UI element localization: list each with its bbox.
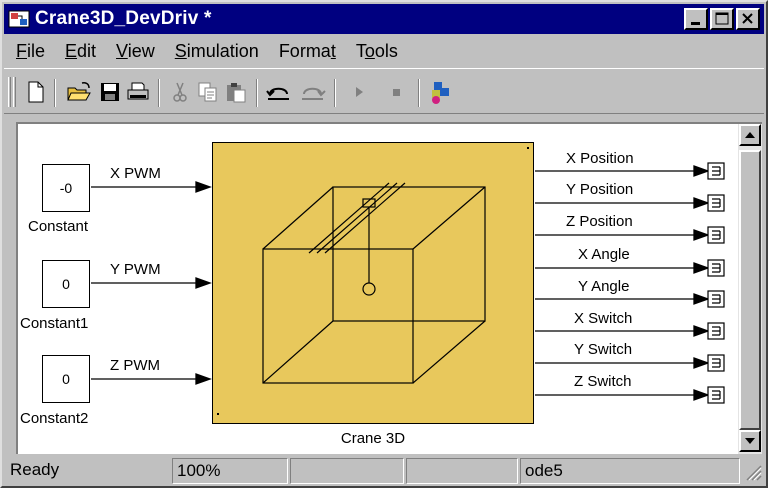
- constant-block-label: Constant: [28, 218, 89, 235]
- paste-button[interactable]: [224, 79, 248, 105]
- scissors-icon: [173, 82, 187, 102]
- toolbar-separator: [334, 79, 336, 107]
- application-window: Crane3D_DevDriv * File Edit View Simulat…: [0, 0, 768, 488]
- menu-file[interactable]: File: [16, 41, 45, 62]
- arrow-up-icon: [745, 132, 755, 138]
- crane-3d-label: Crane 3D: [340, 430, 406, 447]
- undo-icon: [266, 87, 289, 100]
- open-button[interactable]: [64, 79, 94, 105]
- library-browser-button[interactable]: [426, 79, 456, 105]
- constant2-block[interactable]: 0: [42, 355, 90, 403]
- menu-bar: File Edit View Simulation Format Tools: [4, 36, 764, 66]
- copy-icon: [198, 82, 217, 102]
- arrow-down-icon: [745, 438, 755, 444]
- start-simulation-button[interactable]: [344, 79, 374, 105]
- printer-icon: [127, 82, 149, 100]
- status-bar: Ready 100% ode5: [4, 456, 764, 486]
- toolbar: [4, 68, 764, 114]
- cut-button[interactable]: [168, 79, 192, 105]
- crane-3d-subsystem-block[interactable]: [212, 142, 534, 424]
- menu-view[interactable]: View: [116, 41, 155, 62]
- new-document-icon: [28, 81, 44, 103]
- constant-value: -0: [59, 180, 73, 196]
- signal-label-y-pwm: Y PWM: [110, 261, 161, 278]
- window-title: Crane3D_DevDriv *: [35, 8, 212, 29]
- minimize-icon: [691, 22, 700, 25]
- scroll-down-button[interactable]: [739, 430, 761, 452]
- menu-format[interactable]: Format: [279, 41, 336, 62]
- output-label-z-position: Z Position: [566, 213, 633, 230]
- constant2-block-label: Constant2: [20, 410, 89, 427]
- redo-button[interactable]: [298, 79, 328, 105]
- toolbar-separator: [256, 79, 258, 107]
- signal-label-x-pwm: X PWM: [110, 165, 161, 182]
- toolbar-separator: [54, 79, 56, 107]
- close-icon: [742, 13, 753, 24]
- solver-name: ode5: [520, 458, 740, 484]
- status-text: Ready: [10, 460, 60, 479]
- constant2-value: 0: [62, 371, 70, 387]
- library-browser-icon: [432, 82, 449, 104]
- window-controls: [682, 8, 760, 30]
- minimize-button[interactable]: [684, 8, 708, 30]
- undo-button[interactable]: [264, 79, 294, 105]
- toolbar-grip[interactable]: [13, 77, 16, 107]
- status-field-empty: [290, 458, 404, 484]
- constant-block[interactable]: -0: [42, 164, 90, 212]
- close-button[interactable]: [736, 8, 760, 30]
- save-disk-icon: [101, 83, 119, 101]
- vertical-scrollbar[interactable]: [738, 122, 762, 454]
- resize-grip-icon[interactable]: [744, 462, 762, 482]
- crane-cube-icon: [217, 147, 529, 415]
- stop-icon: [393, 89, 400, 96]
- status-field-empty-2: [406, 458, 518, 484]
- output-label-x-angle: X Angle: [578, 246, 630, 263]
- output-label-y-switch: Y Switch: [574, 341, 633, 358]
- save-button[interactable]: [98, 79, 122, 105]
- constant1-block-label: Constant1: [20, 315, 89, 332]
- stop-simulation-button[interactable]: [382, 79, 412, 105]
- output-label-z-switch: Z Switch: [574, 373, 632, 390]
- output-label-y-angle: Y Angle: [578, 278, 630, 295]
- toolbar-grip[interactable]: [8, 77, 11, 107]
- zoom-level: 100%: [172, 458, 288, 484]
- menu-tools[interactable]: Tools: [356, 41, 398, 62]
- redo-icon: [302, 87, 326, 100]
- menu-edit[interactable]: Edit: [65, 41, 96, 62]
- output-label-x-switch: X Switch: [574, 310, 633, 327]
- maximize-button[interactable]: [710, 8, 734, 30]
- play-icon: [356, 87, 363, 97]
- copy-button[interactable]: [196, 79, 220, 105]
- constant1-value: 0: [62, 276, 70, 292]
- scroll-up-button[interactable]: [739, 124, 761, 146]
- constant1-block[interactable]: 0: [42, 260, 90, 308]
- scroll-thumb[interactable]: [739, 150, 761, 430]
- print-button[interactable]: [126, 79, 150, 105]
- signal-label-z-pwm: Z PWM: [110, 357, 160, 374]
- simulink-model-icon: [8, 9, 30, 29]
- open-folder-icon: [67, 82, 91, 101]
- maximize-icon: [715, 12, 729, 25]
- output-label-y-position: Y Position: [566, 181, 634, 198]
- paste-clipboard-icon: [227, 83, 246, 103]
- output-label-x-position: X Position: [566, 150, 634, 167]
- toolbar-separator: [418, 79, 420, 107]
- toolbar-separator: [158, 79, 160, 107]
- title-bar[interactable]: Crane3D_DevDriv *: [4, 4, 764, 34]
- menu-simulation[interactable]: Simulation: [175, 41, 259, 62]
- new-model-button[interactable]: [24, 79, 48, 105]
